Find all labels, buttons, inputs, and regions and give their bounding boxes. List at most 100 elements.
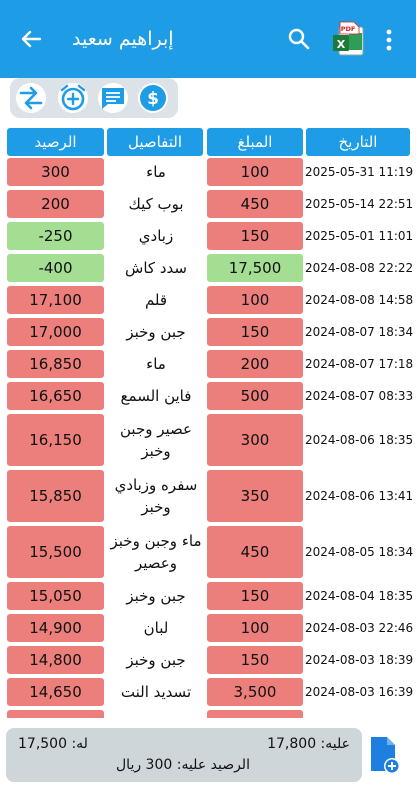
date-cell: 2024-08-07 17:18 <box>305 357 414 371</box>
balance-cell: 14,900 <box>7 614 104 642</box>
balance-summary: الرصيد عليه: 300 ريال <box>116 757 250 773</box>
details-cell: تسديد النت <box>120 683 192 701</box>
date-cell <box>305 710 416 718</box>
details-cell: ماء <box>146 163 166 181</box>
table-row[interactable]: -250 زبادي 150 2025-05-01 11:01 <box>0 222 416 250</box>
header-balance[interactable]: الرصيد <box>7 128 104 156</box>
date-cell: 2024-08-08 22:22 <box>305 261 414 275</box>
header-date[interactable]: التاريخ <box>306 128 410 156</box>
total-for-him: له: 17,500 <box>18 736 88 752</box>
table-row[interactable]: 16,150 عصير وجبن وخبز 300 2024-08-06 18:35 <box>0 414 416 466</box>
amount-cell: 450 <box>207 190 303 218</box>
balance-cell: 300 <box>7 158 104 186</box>
amount-cell: 150 <box>207 318 303 346</box>
details-cell: قلم <box>144 291 168 309</box>
details-cell: فاين السمع <box>120 387 192 405</box>
balance-cell <box>7 710 104 718</box>
table-row[interactable]: 15,850 سفره وزبادي وخبز 350 2024-08-06 13:4… <box>0 470 416 522</box>
balance-cell: -400 <box>7 254 104 282</box>
search-icon[interactable] <box>286 26 312 52</box>
details-cell: عصير وجبن وخبز <box>120 420 192 460</box>
amount-cell: 200 <box>207 350 303 378</box>
balance-cell: 17,100 <box>7 286 104 314</box>
table-row[interactable]: 17,000 جبن وخبز 150 2024-08-07 18:34 <box>0 318 416 346</box>
amount-cell: 450 <box>207 526 303 578</box>
balance-cell: -250 <box>7 222 104 250</box>
details-cell: زبادي <box>138 227 174 245</box>
details-cell: بوب كيك <box>128 195 184 213</box>
date-cell: 2024-08-07 08:33 <box>305 389 414 403</box>
details-cell: ماء <box>146 355 166 373</box>
table-row[interactable] <box>0 710 416 718</box>
date-cell: 2024-08-07 18:34 <box>305 325 414 339</box>
excel-label: X <box>337 38 346 51</box>
action-toolbar: $ <box>10 78 178 118</box>
amount-cell: 17,500 <box>207 254 303 282</box>
table-row[interactable]: 17,100 قلم 100 2024-08-08 14:58 <box>0 286 416 314</box>
details-cell: سفره وزبادي وخبز <box>114 476 198 516</box>
balance-cell: 14,650 <box>7 678 104 706</box>
more-options-icon[interactable] <box>378 27 400 53</box>
date-cell: 2024-08-03 18:39 <box>305 653 414 667</box>
balance-cell: 16,650 <box>7 382 104 410</box>
table-row[interactable]: 16,850 ماء 200 2024-08-07 17:18 <box>0 350 416 378</box>
total-on-him: عليه: 17,800 <box>267 736 350 752</box>
amount-cell <box>207 710 303 718</box>
amount-cell: 500 <box>207 382 303 410</box>
header-amount[interactable]: المبلغ <box>207 128 303 156</box>
date-cell: 2024-08-04 18:35 <box>305 589 414 603</box>
app-bar: إبراهيم سعيد X PDF <box>0 0 416 78</box>
table-row[interactable]: 300 ماء 100 2025-05-31 11:19 <box>0 158 416 186</box>
alarm-add-icon[interactable] <box>58 83 88 113</box>
amount-cell: 300 <box>207 414 303 466</box>
add-document-icon[interactable] <box>367 733 403 775</box>
date-cell: 2025-05-01 11:01 <box>305 229 414 243</box>
table-row[interactable]: 14,900 لبان 100 2024-08-03 22:46 <box>0 614 416 642</box>
table-row[interactable]: 14,650 تسديد النت 3,500 2024-08-03 16:39 <box>0 678 416 706</box>
balance-cell: 17,000 <box>7 318 104 346</box>
balance-cell: 16,850 <box>7 350 104 378</box>
date-cell: 2024-08-03 16:39 <box>305 685 414 699</box>
table-row[interactable]: 14,800 جبن وخبز 150 2024-08-03 18:39 <box>0 646 416 674</box>
dollar-icon[interactable]: $ <box>138 83 168 113</box>
page-title: إبراهيم سعيد <box>72 28 174 50</box>
balance-cell: 200 <box>7 190 104 218</box>
date-cell: 2025-05-31 11:19 <box>305 165 414 179</box>
details-cell <box>108 710 204 718</box>
date-cell: 2024-08-03 22:46 <box>305 621 414 635</box>
date-cell: 2024-08-06 13:41 <box>305 489 414 503</box>
amount-cell: 100 <box>207 158 303 186</box>
table-row[interactable]: 15,050 جبن وخبز 150 2024-08-04 18:35 <box>0 582 416 610</box>
date-cell: 2024-08-08 14:58 <box>305 293 414 307</box>
transactions-list: 300 ماء 100 2025-05-31 11:19 200 بوب كيك 450 20… <box>0 158 416 718</box>
table-row[interactable]: 16,650 فاين السمع 500 2024-08-07 08:33 <box>0 382 416 410</box>
balance-cell: 16,150 <box>7 414 104 466</box>
amount-cell: 100 <box>207 286 303 314</box>
pdf-label: PDF <box>341 25 356 33</box>
amount-cell: 150 <box>207 582 303 610</box>
table-row[interactable]: -400 سدد كاش 17,500 2024-08-08 22:22 <box>0 254 416 282</box>
table-row[interactable]: 200 بوب كيك 450 2025-05-14 22:51 <box>0 190 416 218</box>
amount-cell: 150 <box>207 222 303 250</box>
balance-cell: 15,050 <box>7 582 104 610</box>
summary-panel: عليه: 17,800 له: 17,500 الرصيد عليه: 300… <box>6 728 362 782</box>
balance-cell: 15,500 <box>7 526 104 578</box>
amount-cell: 100 <box>207 614 303 642</box>
amount-cell: 3,500 <box>207 678 303 706</box>
date-cell: 2024-08-06 18:35 <box>305 433 414 447</box>
transfer-arrows-icon[interactable] <box>16 83 46 113</box>
amount-cell: 150 <box>207 646 303 674</box>
details-cell: سدد كاش <box>125 259 187 277</box>
details-cell: جبن وخبز <box>126 323 186 341</box>
details-cell: لبان <box>143 619 169 637</box>
message-icon[interactable] <box>98 83 128 113</box>
export-pdf-excel-icon[interactable]: X PDF <box>331 21 365 57</box>
details-cell: جبن وخبز <box>126 651 186 669</box>
table-row[interactable]: 15,500 ماء وجبن وخبز وعصير 450 2024-08-05 1… <box>0 526 416 578</box>
back-arrow-icon[interactable] <box>18 26 44 52</box>
balance-cell: 15,850 <box>7 470 104 522</box>
balance-cell: 14,800 <box>7 646 104 674</box>
details-cell: ماء وجبن وخبز وعصير <box>110 532 202 572</box>
header-details[interactable]: التفاصيل <box>107 128 203 156</box>
amount-cell: 350 <box>207 470 303 522</box>
